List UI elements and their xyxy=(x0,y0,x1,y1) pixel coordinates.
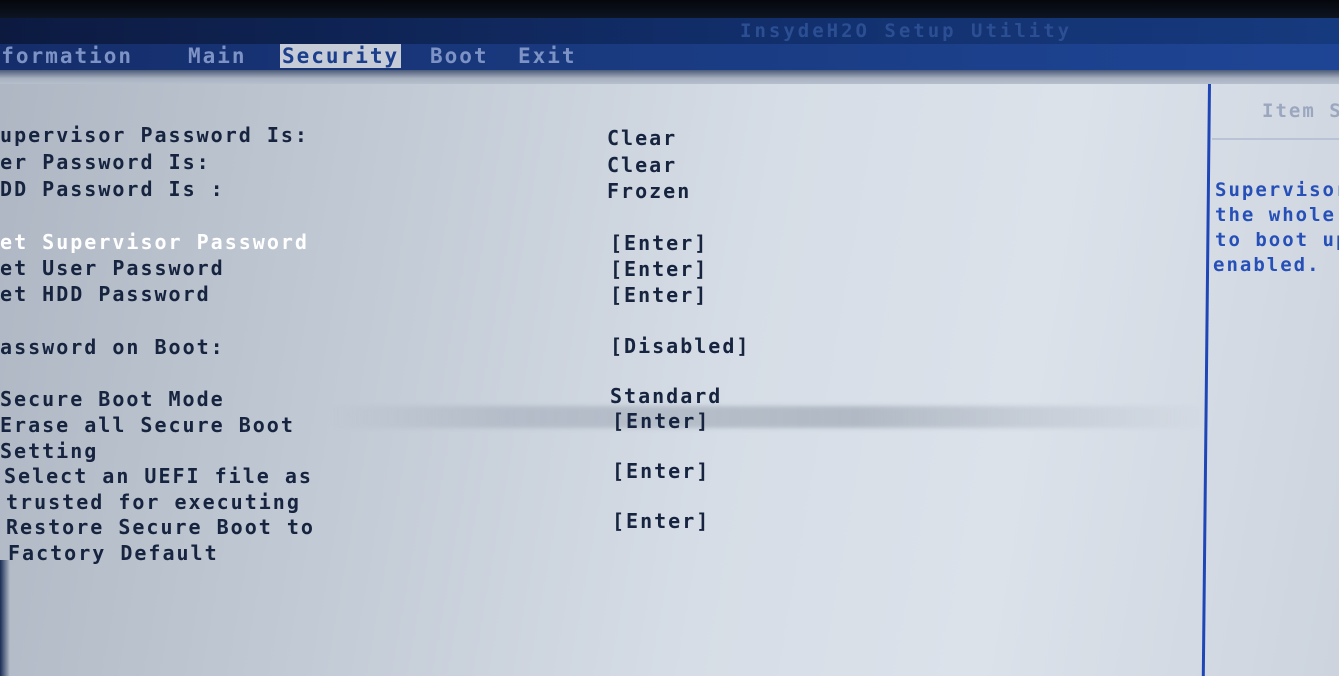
help-panel-divider xyxy=(1201,84,1211,676)
tab-information[interactable]: Information xyxy=(0,44,135,68)
menu-separator xyxy=(0,70,1339,84)
password-on-boot-value[interactable]: [Disabled] xyxy=(610,333,750,359)
select-uefi-file-item-line2[interactable]: trusted for executing xyxy=(6,489,301,515)
set-user-password-value[interactable]: [Enter] xyxy=(610,256,708,282)
set-hdd-password-item[interactable]: Set HDD Password xyxy=(0,281,211,307)
left-edge-border xyxy=(0,560,10,676)
password-on-boot-label: Password on Boot: xyxy=(0,335,225,359)
secure-boot-mode-value: Standard xyxy=(610,384,723,408)
supervisor-password-status-value: Clear xyxy=(607,126,678,150)
help-text-line-4: enabled. xyxy=(1213,254,1321,276)
hdd-password-status-value: Frozen xyxy=(607,179,692,203)
screen-smudge xyxy=(330,406,1210,428)
set-user-password-item[interactable]: Set User Password xyxy=(0,255,225,281)
restore-secure-boot-value[interactable]: [Enter] xyxy=(612,508,710,534)
restore-secure-boot-item[interactable]: Restore Secure Boot to xyxy=(6,514,315,540)
erase-secure-boot-item-line2[interactable]: Setting xyxy=(0,438,98,464)
tab-security[interactable]: Security xyxy=(280,44,402,68)
secure-boot-mode-label: Secure Boot Mode xyxy=(0,387,225,411)
title-bar xyxy=(0,18,1339,44)
set-hdd-password-value[interactable]: [Enter] xyxy=(610,282,708,308)
erase-secure-boot-item[interactable]: Erase all Secure Boot xyxy=(0,412,295,438)
help-text-line-3: to boot up when Password on boot is xyxy=(1215,229,1339,251)
help-panel-title: Item Specific Help xyxy=(1262,100,1339,122)
select-uefi-file-value[interactable]: [Enter] xyxy=(612,458,710,484)
user-password-status-value: Clear xyxy=(607,153,678,177)
tab-exit[interactable]: Exit xyxy=(516,44,579,68)
tab-main[interactable]: Main xyxy=(186,44,249,68)
help-text-line-2: the whole setup utility. It can be used xyxy=(1215,204,1339,226)
supervisor-password-status-label: Supervisor Password Is: xyxy=(0,123,309,147)
help-panel-title-divider xyxy=(1212,138,1339,140)
tab-boot[interactable]: Boot xyxy=(428,44,491,68)
help-text-line-1: Supervisor Password controls access to xyxy=(1215,179,1339,201)
app-title: InsydeH2O Setup Utility xyxy=(740,20,1073,42)
set-supervisor-password-value[interactable]: [Enter] xyxy=(610,230,708,256)
set-supervisor-password-item[interactable]: Set Supervisor Password xyxy=(0,229,309,255)
user-password-status-label: User Password Is: xyxy=(0,150,211,174)
erase-secure-boot-value[interactable]: [Enter] xyxy=(612,408,710,434)
select-uefi-file-item[interactable]: Select an UEFI file as xyxy=(4,463,313,489)
hdd-password-status-label: HDD Password Is : xyxy=(0,177,225,201)
restore-secure-boot-item-line2[interactable]: Factory Default xyxy=(8,540,219,566)
screen-top-bezel xyxy=(0,0,1339,18)
bios-screen: InsydeH2O Setup Utility Information Main… xyxy=(0,0,1339,676)
